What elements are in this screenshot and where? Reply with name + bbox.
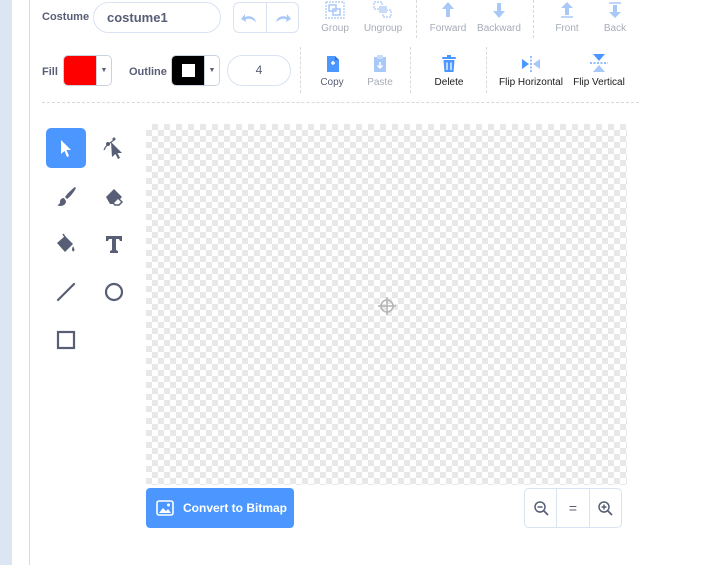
costume-name-input[interactable]: costume1 xyxy=(93,2,221,33)
reshape-tool[interactable] xyxy=(94,128,134,168)
costume-label: Costume xyxy=(42,11,90,23)
paste-button[interactable]: Paste xyxy=(364,52,396,88)
left-panel-strip xyxy=(0,0,12,565)
crosshair-icon xyxy=(377,296,397,316)
zoom-in-button[interactable] xyxy=(588,489,621,527)
trash-icon xyxy=(442,55,456,72)
redo-icon xyxy=(276,13,292,22)
separator xyxy=(533,0,534,38)
zoom-in-icon xyxy=(598,501,613,516)
fill-color-swatch xyxy=(64,56,96,85)
group-button[interactable]: Group xyxy=(318,0,352,34)
fill-tool[interactable] xyxy=(46,224,86,264)
reshape-icon xyxy=(103,137,122,159)
copy-label: Copy xyxy=(320,77,344,88)
front-button[interactable]: Front xyxy=(552,0,582,34)
back-button[interactable]: Back xyxy=(600,0,630,34)
caret-down-icon: ▼ xyxy=(204,56,219,85)
rectangle-icon xyxy=(56,330,76,350)
group-label: Group xyxy=(321,23,349,34)
paste-icon xyxy=(374,55,386,72)
outline-color-swatch xyxy=(172,56,204,85)
text-icon xyxy=(106,236,122,253)
redo-button[interactable] xyxy=(265,3,299,32)
forward-button[interactable]: Forward xyxy=(428,0,468,34)
eraser-icon xyxy=(106,189,124,206)
brush-icon xyxy=(57,187,76,206)
select-tool[interactable] xyxy=(46,128,86,168)
panel-divider xyxy=(29,0,30,565)
zoom-out-icon xyxy=(533,501,549,516)
backward-label: Backward xyxy=(477,23,521,34)
undo-redo-group xyxy=(233,2,299,33)
ungroup-icon xyxy=(373,1,392,18)
outline-label: Outline xyxy=(129,66,167,78)
flip-horizontal-label: Flip Horizontal xyxy=(499,77,563,88)
fill-label: Fill xyxy=(42,66,58,78)
group-icon xyxy=(325,1,345,19)
flip-horizontal-icon xyxy=(522,56,540,72)
zoom-reset-button[interactable]: = xyxy=(556,489,588,527)
rectangle-tool[interactable] xyxy=(46,320,86,360)
backward-icon xyxy=(493,3,505,18)
front-label: Front xyxy=(555,23,579,34)
text-tool[interactable] xyxy=(94,224,134,264)
arrow-cursor-icon xyxy=(61,140,71,157)
outline-width-input[interactable]: 4 xyxy=(227,55,291,86)
convert-to-bitmap-label: Convert to Bitmap xyxy=(183,501,288,515)
zoom-controls: = xyxy=(524,488,622,528)
delete-label: Delete xyxy=(434,77,464,88)
delete-button[interactable]: Delete xyxy=(431,52,467,88)
backward-button[interactable]: Backward xyxy=(476,0,522,34)
flip-horizontal-button[interactable]: Flip Horizontal xyxy=(498,52,564,88)
line-icon xyxy=(56,282,76,302)
separator xyxy=(300,47,301,93)
copy-button[interactable]: Copy xyxy=(316,52,348,88)
ungroup-button[interactable]: Ungroup xyxy=(362,0,404,34)
paint-bucket-icon xyxy=(57,233,75,252)
ungroup-label: Ungroup xyxy=(363,23,403,34)
forward-label: Forward xyxy=(429,23,467,34)
circle-tool[interactable] xyxy=(94,272,134,312)
line-tool[interactable] xyxy=(46,272,86,312)
undo-button[interactable] xyxy=(234,3,266,32)
zoom-out-button[interactable] xyxy=(525,489,556,527)
front-icon xyxy=(561,2,573,18)
image-icon xyxy=(156,500,174,516)
separator xyxy=(416,0,417,38)
forward-icon xyxy=(442,2,454,17)
convert-to-bitmap-button[interactable]: Convert to Bitmap xyxy=(146,488,294,528)
back-label: Back xyxy=(603,23,627,34)
outline-color-picker[interactable]: ▼ xyxy=(171,55,220,86)
undo-icon xyxy=(240,13,256,22)
separator xyxy=(410,47,411,93)
circle-icon xyxy=(104,282,124,302)
caret-down-icon: ▼ xyxy=(96,56,111,85)
flip-vertical-icon xyxy=(590,54,608,72)
separator xyxy=(486,47,487,93)
flip-vertical-button[interactable]: Flip Vertical xyxy=(572,52,626,88)
brush-tool[interactable] xyxy=(46,176,86,216)
paste-label: Paste xyxy=(367,77,393,88)
copy-icon xyxy=(327,56,339,72)
eraser-tool[interactable] xyxy=(94,176,134,216)
flip-vertical-label: Flip Vertical xyxy=(573,77,625,88)
fill-color-picker[interactable]: ▼ xyxy=(63,55,112,86)
back-icon xyxy=(609,2,621,18)
toolbar-divider xyxy=(42,102,639,103)
